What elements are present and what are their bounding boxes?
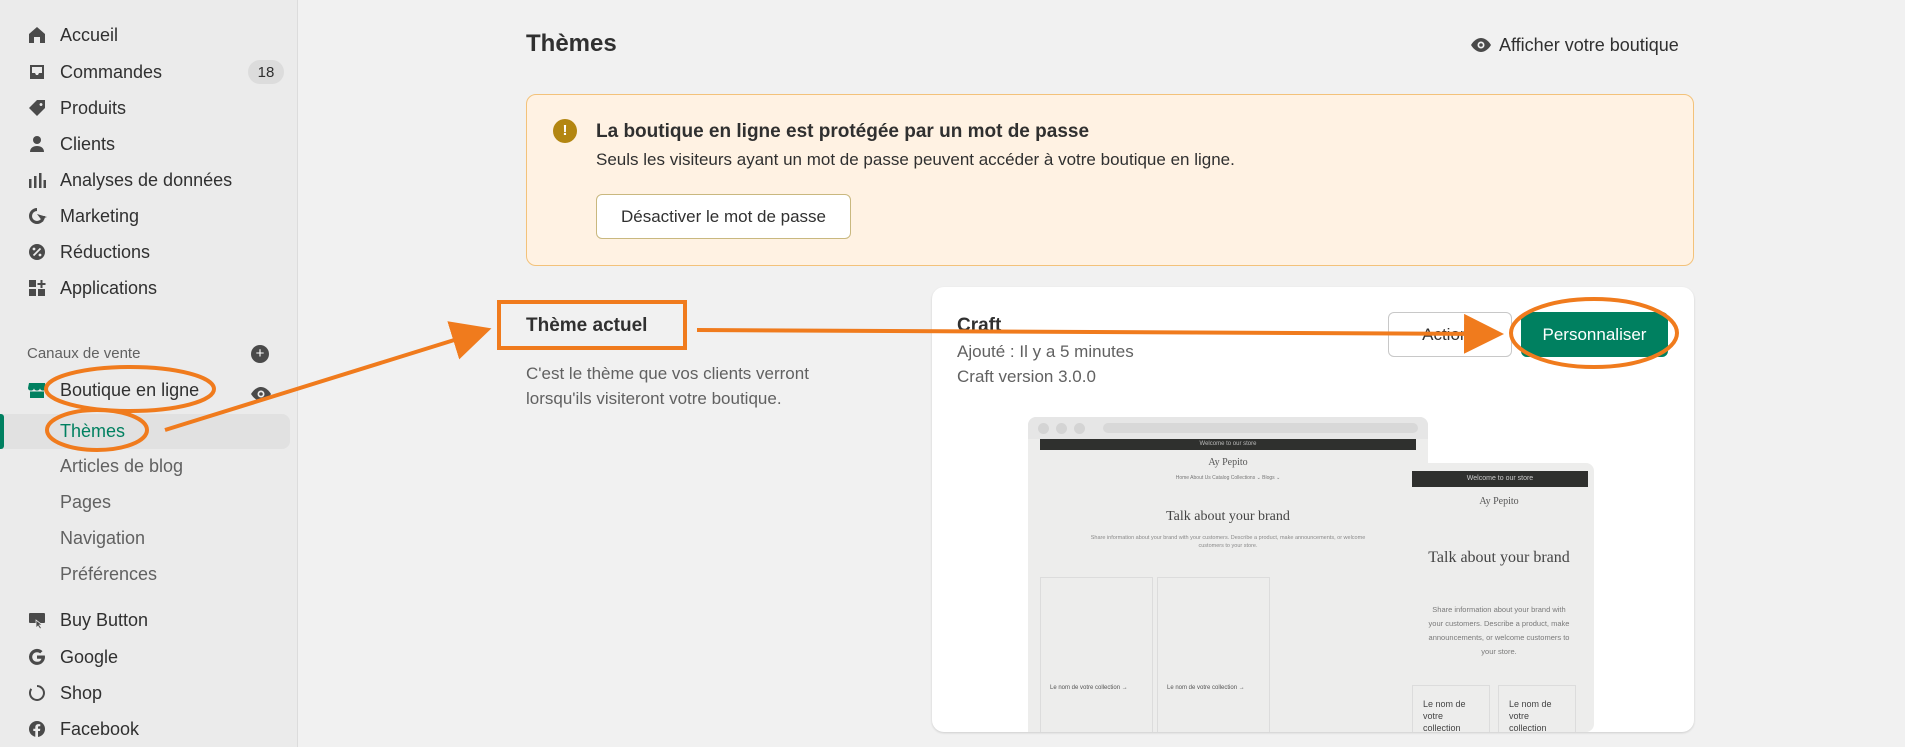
- discount-icon: [26, 241, 48, 263]
- mobile-heading: Talk about your brand: [1428, 549, 1570, 566]
- preview-text: Share information about your brand with …: [1090, 535, 1366, 549]
- preview-collection-card: [1040, 577, 1153, 732]
- sidebar-item-apps[interactable]: Applications: [26, 273, 157, 303]
- apps-icon: [26, 277, 48, 299]
- home-icon: [26, 24, 48, 46]
- actions-button[interactable]: Actions: [1388, 312, 1512, 357]
- sidebar-item-shop[interactable]: Shop: [26, 678, 102, 708]
- sidebar-subitem-blog-posts[interactable]: Articles de blog: [60, 451, 183, 481]
- active-subitem-highlight: [0, 414, 290, 449]
- sidebar-item-label: Produits: [60, 97, 127, 118]
- sidebar-subitem-navigation[interactable]: Navigation: [60, 523, 145, 553]
- sidebar-item-customers[interactable]: Clients: [26, 129, 115, 159]
- sidebar-item-label: Réductions: [60, 241, 151, 262]
- preview-nav: Home About Us Catalog Collections ⌄ Blog…: [1175, 475, 1281, 481]
- add-channel-icon[interactable]: +: [251, 345, 269, 363]
- preview-logo: Ay Pepito: [1208, 457, 1248, 468]
- eye-icon: [1471, 38, 1491, 52]
- sidebar-item-label: Shop: [60, 682, 103, 703]
- sidebar-item-label: Commandes: [60, 61, 163, 82]
- banner-title: La boutique en ligne est protégée par un…: [596, 121, 1090, 142]
- preview-collection-label: Le nom de votre collection →: [1167, 685, 1245, 691]
- sidebar-subitem-preferences[interactable]: Préférences: [60, 559, 157, 589]
- current-theme-description: C'est le thème que vos clients verront l…: [526, 364, 809, 408]
- eye-icon[interactable]: [250, 383, 272, 410]
- mobile-collection-label: Le nom de votre collection: [1509, 699, 1552, 732]
- shop-icon: [26, 682, 48, 704]
- current-theme-heading: Thème actuel: [526, 315, 648, 336]
- sidebar-item-marketing[interactable]: Marketing: [26, 201, 139, 231]
- sidebar-item-google[interactable]: Google: [26, 642, 118, 672]
- mobile-text: Share information about your brand with …: [1428, 605, 1570, 656]
- inbox-icon: [26, 61, 48, 83]
- address-bar: [1103, 423, 1418, 433]
- disable-password-button[interactable]: Désactiver le mot de passe: [596, 194, 851, 239]
- sidebar-item-analytics[interactable]: Analyses de données: [26, 165, 232, 195]
- mobile-collection-card: Le nom de votre collection: [1412, 685, 1490, 732]
- window-dot: [1038, 423, 1049, 434]
- sidebar-item-buy-button[interactable]: Buy Button: [26, 605, 148, 635]
- sidebar-item-label: Google: [60, 646, 119, 667]
- sidebar-item-label: Analyses de données: [60, 169, 233, 190]
- buy-button-icon: [26, 609, 48, 631]
- sales-channels-label: Canaux de vente: [27, 345, 141, 362]
- target-icon: [26, 205, 48, 227]
- sidebar-item-label: Buy Button: [60, 609, 149, 630]
- mobile-logo: Ay Pepito: [1479, 496, 1519, 507]
- view-store-label: Afficher votre boutique: [1499, 34, 1679, 55]
- sidebar-subitem-pages[interactable]: Pages: [60, 487, 111, 517]
- password-warning-banner: ! La boutique en ligne est protégée par …: [526, 94, 1694, 266]
- google-icon: [26, 646, 48, 668]
- mobile-collection-label: Le nom de votre collection: [1423, 699, 1466, 732]
- mobile-collection-card: Le nom de votre collection: [1498, 685, 1576, 732]
- preview-heading: Talk about your brand: [1166, 509, 1290, 524]
- sidebar-item-label: Facebook: [60, 718, 140, 739]
- sidebar-item-label: Marketing: [60, 205, 140, 226]
- desktop-preview: Welcome to our store Ay Pepito Home Abou…: [1028, 417, 1428, 732]
- page-title: Thèmes: [526, 30, 617, 57]
- orders-count-badge: 18: [248, 60, 284, 84]
- warning-icon: !: [553, 119, 577, 143]
- theme-card: Craft Ajouté : Il y a 5 minutes Craft ve…: [932, 287, 1694, 732]
- banner-text: Seuls les visiteurs ayant un mot de pass…: [596, 150, 1235, 169]
- theme-version: Craft version 3.0.0: [957, 367, 1096, 386]
- person-icon: [26, 133, 48, 155]
- sidebar-item-home[interactable]: Accueil: [26, 20, 118, 50]
- window-dot: [1074, 423, 1085, 434]
- bar-chart-icon: [26, 169, 48, 191]
- preview-announcement: Welcome to our store: [1040, 439, 1416, 450]
- sidebar-item-online-store[interactable]: Boutique en ligne: [26, 375, 199, 405]
- sidebar-item-facebook[interactable]: Facebook: [26, 714, 139, 744]
- tag-icon: [26, 97, 48, 119]
- store-icon: [26, 379, 48, 401]
- preview-collection-card: [1157, 577, 1270, 732]
- preview-collection-label: Le nom de votre collection →: [1050, 685, 1128, 691]
- mobile-preview: Welcome to our store Ay Pepito Talk abou…: [1404, 463, 1594, 732]
- window-dot: [1056, 423, 1067, 434]
- sidebar: Accueil Commandes 18 Produits Clients An…: [0, 0, 298, 747]
- mobile-announcement: Welcome to our store: [1412, 471, 1588, 487]
- customize-button[interactable]: Personnaliser: [1521, 312, 1668, 357]
- sidebar-item-discounts[interactable]: Réductions: [26, 237, 150, 267]
- theme-name: Craft: [957, 315, 1002, 336]
- theme-added: Ajouté : Il y a 5 minutes: [957, 342, 1134, 361]
- sidebar-item-label: Applications: [60, 277, 158, 298]
- sidebar-subitem-themes[interactable]: Thèmes: [60, 416, 125, 446]
- sidebar-item-orders[interactable]: Commandes: [26, 57, 162, 87]
- view-store-button[interactable]: Afficher votre boutique: [1470, 34, 1679, 56]
- sidebar-item-products[interactable]: Produits: [26, 93, 126, 123]
- sidebar-item-label: Clients: [60, 133, 116, 154]
- sidebar-item-label: Boutique en ligne: [60, 379, 200, 400]
- active-subitem-indicator: [0, 414, 4, 449]
- facebook-icon: [26, 718, 48, 740]
- sidebar-item-label: Accueil: [60, 24, 119, 45]
